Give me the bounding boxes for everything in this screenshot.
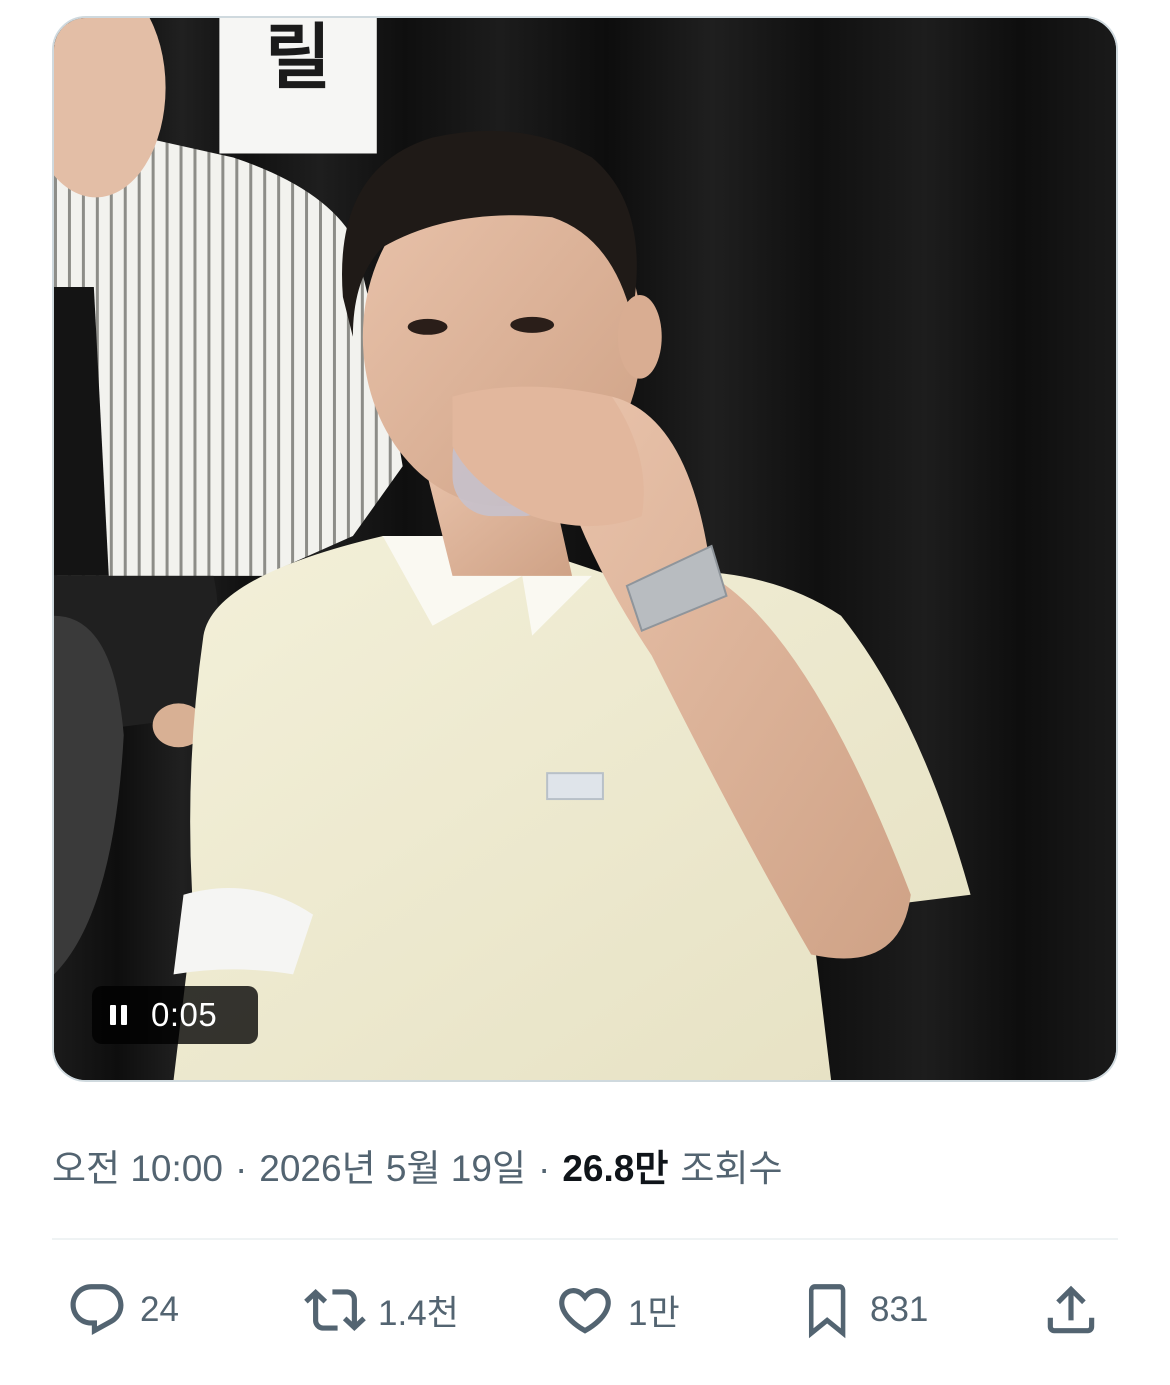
bookmark-count: 831 [870,1290,929,1329]
tweet-metadata: 오전 10:00 · 2026년 5월 19일 · 26.8만 조회수 [52,1138,783,1192]
bookmark-icon [808,1284,846,1339]
separator-dot: · [538,1148,551,1189]
reply-count: 24 [140,1290,179,1329]
video-timestamp: 0:05 [151,996,218,1033]
repost-button[interactable]: 1.4천 [304,1270,459,1350]
share-button[interactable] [1040,1270,1102,1350]
reply-button[interactable]: 24 [66,1270,179,1350]
video-frame: 릴 [54,18,1116,1080]
tweet-detail: 릴 0:05 오전 10:00 · 2026년 5월 19일 · 26.8만 조… [0,0,1170,1385]
like-count: 1만 [628,1293,680,1333]
action-bar: 24 1.4천 1만 831 [0,1270,1170,1350]
repost-count: 1.4천 [378,1293,459,1333]
views-count[interactable]: 26.8만 [562,1138,668,1192]
divider [52,1238,1118,1240]
heart-icon [559,1288,611,1334]
video-playback-control[interactable]: 0:05 [92,986,258,1044]
video-player[interactable]: 릴 0:05 [52,16,1118,1082]
share-icon [1047,1285,1095,1334]
like-button[interactable]: 1만 [554,1270,680,1350]
background-sign-text: 릴 [265,18,331,99]
views-label: 조회수 [680,1148,783,1189]
pause-icon[interactable] [110,1005,127,1025]
bookmark-button[interactable]: 831 [796,1270,928,1350]
separator-dot: · [234,1148,248,1189]
repost-icon [304,1289,366,1331]
post-time[interactable]: 오전 10:00 [52,1138,223,1192]
post-date[interactable]: 2026년 5월 19일 [259,1138,526,1192]
reply-icon [70,1284,124,1336]
